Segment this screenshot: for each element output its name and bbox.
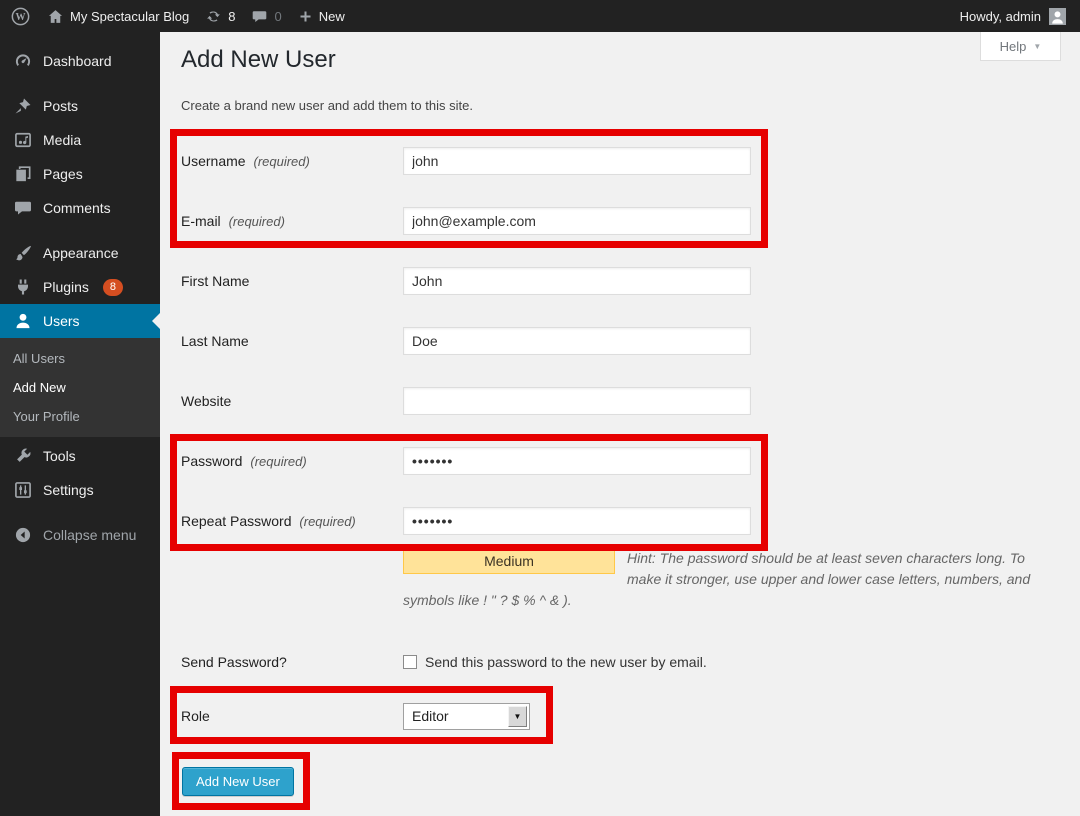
first-name-input[interactable] xyxy=(403,267,751,295)
admin-sidebar: Dashboard Posts Media Pages xyxy=(0,32,160,816)
password-input[interactable] xyxy=(403,447,751,475)
submenu-item-your-profile[interactable]: Your Profile xyxy=(0,402,160,431)
comment-bubble-icon xyxy=(13,198,33,218)
username-row: Username (required) xyxy=(181,147,751,175)
home-icon xyxy=(47,8,64,25)
help-button[interactable]: Help ▼ xyxy=(980,32,1061,61)
dashboard-icon xyxy=(13,51,33,71)
add-new-user-button[interactable]: Add New User xyxy=(182,767,294,796)
repeat-password-label: Repeat Password (required) xyxy=(181,513,403,529)
howdy-text: Howdy, admin xyxy=(960,9,1041,24)
sidebar-label: Media xyxy=(43,132,81,148)
media-icon xyxy=(13,130,33,150)
password-row: Password (required) xyxy=(181,447,751,475)
sidebar-item-pages[interactable]: Pages xyxy=(0,157,160,191)
password-label: Password (required) xyxy=(181,453,403,469)
help-label: Help xyxy=(1000,39,1027,54)
sidebar-item-posts[interactable]: Posts xyxy=(0,89,160,123)
website-input[interactable] xyxy=(403,387,751,415)
new-content-link[interactable]: New xyxy=(298,9,345,24)
sidebar-label: Tools xyxy=(43,448,76,464)
send-password-checkbox-label: Send this password to the new user by em… xyxy=(425,654,707,670)
sidebar-label: Posts xyxy=(43,98,78,114)
role-select-value: Editor xyxy=(412,708,449,724)
role-row: Role Editor ▼ xyxy=(181,702,530,730)
repeat-password-input[interactable] xyxy=(403,507,751,535)
sidebar-label: Plugins xyxy=(43,279,89,295)
svg-text:W: W xyxy=(15,12,25,23)
send-password-row: Send Password? Send this password to the… xyxy=(181,648,707,676)
pages-icon xyxy=(13,164,33,184)
sidebar-label: Comments xyxy=(43,200,111,216)
comment-count: 0 xyxy=(274,9,281,24)
plug-icon xyxy=(13,277,33,297)
last-name-label: Last Name xyxy=(181,333,403,349)
user-icon xyxy=(13,311,33,331)
sidebar-item-comments[interactable]: Comments xyxy=(0,191,160,225)
send-password-label: Send Password? xyxy=(181,654,403,670)
submenu-item-all-users[interactable]: All Users xyxy=(0,344,160,373)
email-input[interactable] xyxy=(403,207,751,235)
page-title: Add New User xyxy=(181,46,336,74)
password-strength-block: Medium Hint: The password should be at l… xyxy=(403,548,1047,611)
comment-bubble-icon xyxy=(251,8,268,25)
sidebar-item-dashboard[interactable]: Dashboard xyxy=(0,44,160,78)
main-content: Help ▼ Add New User Create a brand new u… xyxy=(160,32,1080,816)
wrench-icon xyxy=(13,446,33,466)
plugins-update-badge: 8 xyxy=(103,279,123,296)
updates-link[interactable]: 8 xyxy=(205,8,235,25)
last-name-input[interactable] xyxy=(403,327,751,355)
sidebar-label: Pages xyxy=(43,166,83,182)
sidebar-label: Appearance xyxy=(43,245,119,261)
sidebar-item-media[interactable]: Media xyxy=(0,123,160,157)
avatar[interactable] xyxy=(1049,8,1066,25)
wordpress-logo-menu[interactable]: W xyxy=(10,6,31,27)
role-select[interactable]: Editor ▼ xyxy=(403,703,530,730)
first-name-label: First Name xyxy=(181,273,403,289)
sidebar-label: Dashboard xyxy=(43,53,112,69)
settings-sliders-icon xyxy=(13,480,33,500)
update-count: 8 xyxy=(228,9,235,24)
website-label: Website xyxy=(181,393,403,409)
brush-icon xyxy=(13,243,33,263)
wordpress-admin-screen: W My Spectacular Blog 8 0 xyxy=(0,0,1080,816)
users-submenu: All Users Add New Your Profile xyxy=(0,338,160,437)
chevron-down-icon: ▼ xyxy=(1033,42,1041,51)
select-dropdown-arrow-icon: ▼ xyxy=(508,706,527,727)
sidebar-item-settings[interactable]: Settings xyxy=(0,473,160,507)
howdy-account-link[interactable]: Howdy, admin xyxy=(960,9,1041,24)
site-name-link[interactable]: My Spectacular Blog xyxy=(47,8,189,25)
submenu-item-add-new[interactable]: Add New xyxy=(0,373,160,402)
username-input[interactable] xyxy=(403,147,751,175)
updates-icon xyxy=(205,8,222,25)
website-row: Website xyxy=(181,387,751,415)
sidebar-item-appearance[interactable]: Appearance xyxy=(0,236,160,270)
role-label: Role xyxy=(181,708,403,724)
last-name-row: Last Name xyxy=(181,327,751,355)
sidebar-item-users[interactable]: Users xyxy=(0,304,160,338)
new-label: New xyxy=(319,9,345,24)
wordpress-logo-icon: W xyxy=(10,6,31,27)
pushpin-icon xyxy=(13,96,33,116)
username-label: Username (required) xyxy=(181,153,403,169)
sidebar-item-plugins[interactable]: Plugins 8 xyxy=(0,270,160,304)
repeat-password-row: Repeat Password (required) xyxy=(181,507,751,535)
site-name: My Spectacular Blog xyxy=(70,9,189,24)
sidebar-item-tools[interactable]: Tools xyxy=(0,439,160,473)
comments-link[interactable]: 0 xyxy=(251,8,281,25)
page-subtitle: Create a brand new user and add them to … xyxy=(181,98,473,113)
send-password-checkbox[interactable] xyxy=(403,655,417,669)
sidebar-label: Users xyxy=(43,313,80,329)
sidebar-label: Settings xyxy=(43,482,94,498)
email-row: E-mail (required) xyxy=(181,207,751,235)
collapse-menu-button[interactable]: Collapse menu xyxy=(0,518,160,552)
sidebar-label: Collapse menu xyxy=(43,527,136,543)
email-label: E-mail (required) xyxy=(181,213,403,229)
plus-icon xyxy=(298,9,313,24)
password-strength-meter: Medium xyxy=(403,548,615,574)
admin-bar: W My Spectacular Blog 8 0 xyxy=(0,0,1080,32)
collapse-arrow-icon xyxy=(13,525,33,545)
first-name-row: First Name xyxy=(181,267,751,295)
